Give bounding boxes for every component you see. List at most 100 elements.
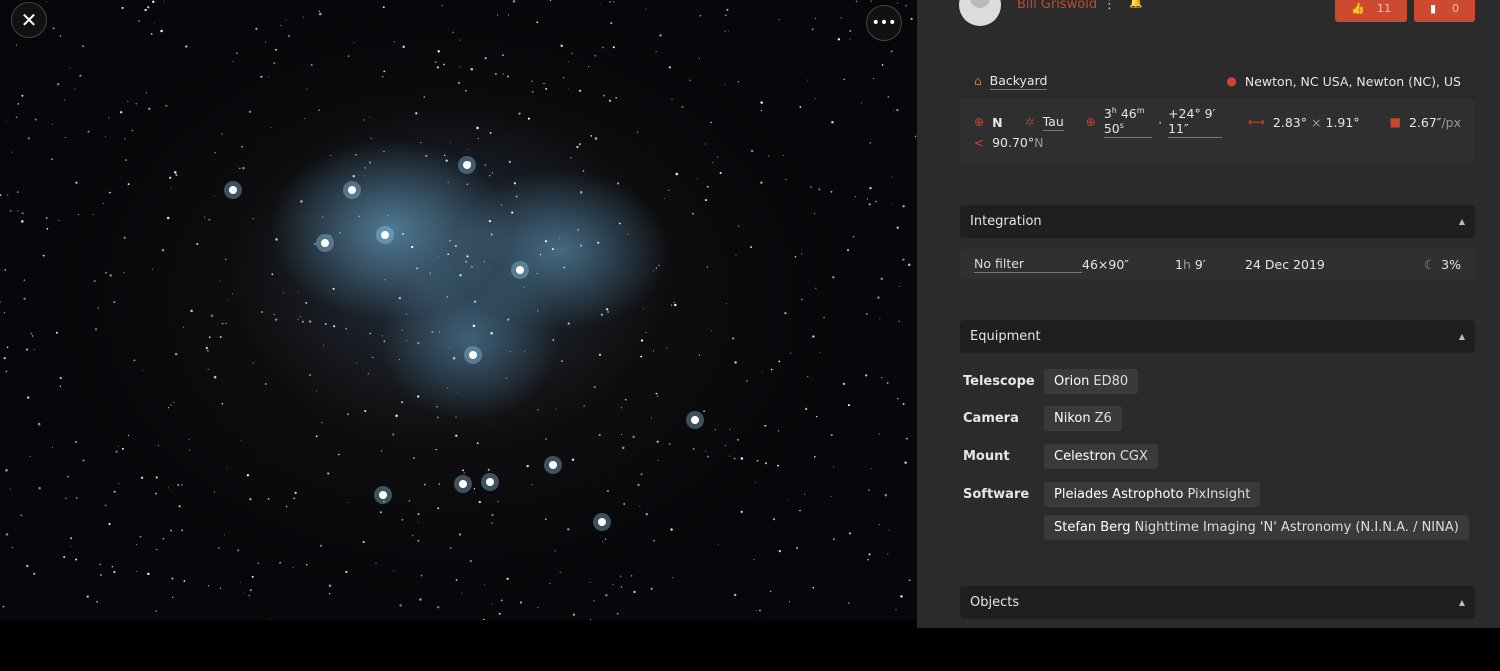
- star: [223, 534, 225, 536]
- star: [2, 605, 5, 608]
- star: [75, 181, 78, 184]
- star: [897, 2, 899, 4]
- star: [790, 352, 792, 354]
- star: [419, 598, 422, 601]
- software-tag[interactable]: Stefan Berg Nighttime Imaging 'N' Astrono…: [1044, 515, 1469, 540]
- star: [5, 469, 8, 472]
- star: [666, 347, 668, 349]
- star: [29, 455, 31, 457]
- star: [0, 301, 1, 303]
- star: [461, 592, 463, 594]
- star: [467, 149, 469, 150]
- star: [653, 350, 655, 352]
- star: [127, 434, 129, 436]
- star: [138, 20, 140, 22]
- star: [800, 298, 803, 301]
- declination[interactable]: +24° 9′ 11″: [1168, 106, 1222, 138]
- star: [483, 260, 485, 262]
- close-button[interactable]: ✕: [11, 2, 47, 38]
- star: [446, 296, 448, 298]
- star: [455, 416, 457, 418]
- star: [255, 27, 258, 30]
- star: [273, 62, 276, 65]
- star: [563, 266, 566, 269]
- star: [415, 112, 418, 115]
- star: [895, 609, 897, 611]
- star: [899, 285, 901, 287]
- star: [777, 430, 780, 432]
- star: [544, 239, 548, 243]
- software-tag[interactable]: Pleiades Astrophoto PixInsight: [1044, 482, 1261, 507]
- star: [166, 216, 170, 220]
- objects-section-header[interactable]: Objects ▲: [960, 586, 1475, 619]
- equipment-section-header[interactable]: Equipment ▲: [960, 320, 1475, 353]
- avatar[interactable]: [959, 0, 1001, 26]
- star: [616, 182, 620, 185]
- star: [94, 327, 98, 331]
- bell-icon[interactable]: 🔔: [1129, 0, 1143, 9]
- star: [728, 30, 730, 32]
- filter-link[interactable]: No filter: [974, 256, 1082, 273]
- image-viewer[interactable]: ✕ •••: [0, 0, 917, 620]
- star: [590, 619, 592, 620]
- star: [249, 589, 252, 592]
- right-ascension[interactable]: 3h 46m 50s: [1103, 106, 1153, 139]
- star: [900, 595, 903, 598]
- star: [205, 346, 209, 350]
- constellation-link[interactable]: Tau: [1042, 114, 1064, 131]
- star: [470, 266, 473, 268]
- star: [515, 195, 518, 198]
- star: [610, 22, 613, 25]
- star: [656, 395, 659, 397]
- star: [161, 249, 165, 252]
- star: [725, 303, 727, 305]
- star: [812, 586, 815, 589]
- star: [719, 172, 722, 174]
- mount-tag[interactable]: Celestron CGX: [1044, 444, 1158, 469]
- star: [726, 8, 729, 11]
- camera-tag[interactable]: Nikon Z6: [1044, 406, 1122, 431]
- bright-star: [598, 518, 606, 526]
- star: [437, 507, 440, 510]
- frames: 46×90″: [1082, 256, 1129, 272]
- star: [735, 255, 737, 256]
- star: [567, 87, 569, 89]
- star: [345, 327, 348, 330]
- telescope-tag[interactable]: Orion ED80: [1044, 369, 1139, 394]
- star: [908, 579, 911, 582]
- more-options-button[interactable]: •••: [866, 5, 902, 41]
- star: [659, 34, 662, 37]
- star: [849, 38, 851, 40]
- star: [830, 496, 832, 497]
- star: [711, 330, 713, 332]
- star: [144, 8, 147, 12]
- star: [811, 28, 814, 31]
- star: [3, 311, 6, 314]
- star: [490, 233, 493, 236]
- user-menu-icon[interactable]: ⋮: [1103, 0, 1116, 12]
- location-site-link[interactable]: Backyard: [989, 73, 1048, 90]
- star: [604, 538, 607, 540]
- star: [152, 0, 155, 3]
- star: [196, 242, 199, 246]
- star: [455, 434, 458, 437]
- bookmark-button[interactable]: ▮ 0: [1414, 0, 1475, 22]
- star: [123, 137, 126, 140]
- star: [549, 582, 551, 584]
- star: [902, 402, 905, 405]
- star: [449, 547, 452, 549]
- star: [487, 468, 490, 471]
- user-name-link[interactable]: Bill Griswold: [1017, 0, 1097, 12]
- star: [519, 601, 523, 604]
- star: [449, 347, 451, 349]
- star: [705, 450, 707, 452]
- star: [855, 0, 858, 3]
- integration-section-header[interactable]: Integration ▲: [960, 205, 1475, 238]
- like-button[interactable]: 👍 11: [1335, 0, 1407, 22]
- star: [459, 274, 462, 277]
- star: [408, 500, 411, 502]
- star: [51, 447, 54, 449]
- star: [55, 331, 58, 334]
- star: [447, 181, 449, 183]
- star: [567, 528, 570, 531]
